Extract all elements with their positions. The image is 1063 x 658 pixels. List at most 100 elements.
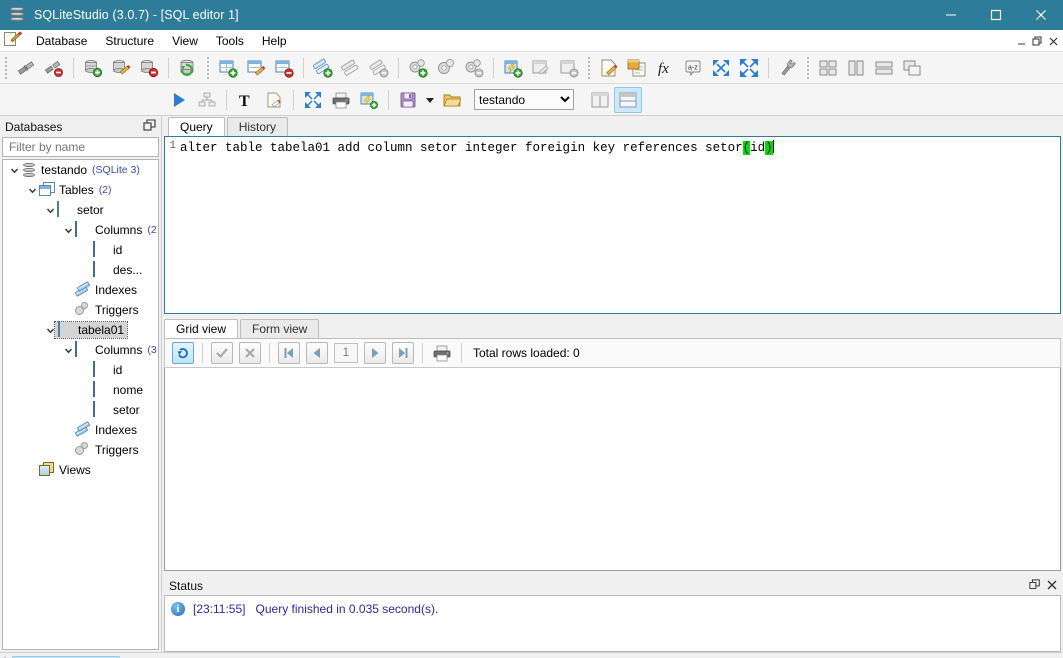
- chevron-down-icon[interactable]: [61, 343, 75, 357]
- refresh-database-icon[interactable]: [174, 55, 202, 81]
- save-sql-button[interactable]: [394, 87, 422, 113]
- open-sql-editor-icon[interactable]: [595, 55, 623, 81]
- add-database-icon[interactable]: [79, 55, 107, 81]
- remove-database-icon[interactable]: [135, 55, 163, 81]
- functions-editor-icon[interactable]: fx: [651, 55, 679, 81]
- tree-item-indexes[interactable]: Indexes: [3, 280, 158, 300]
- first-page-button[interactable]: [278, 342, 300, 364]
- last-page-button[interactable]: [392, 342, 414, 364]
- commit-button[interactable]: [211, 342, 233, 364]
- tab-form-view[interactable]: Form view: [240, 319, 320, 338]
- filter-input-wrapper[interactable]: [2, 137, 159, 157]
- edit-index-icon[interactable]: [337, 55, 365, 81]
- connect-database-icon[interactable]: [12, 55, 40, 81]
- filter-input[interactable]: [7, 139, 158, 155]
- status-messages[interactable]: i [23:11:55] Query finished in 0.035 sec…: [164, 596, 1061, 652]
- tree-item-id[interactable]: id: [3, 240, 158, 260]
- tree-item-triggers[interactable]: Triggers: [3, 300, 158, 320]
- previous-page-button[interactable]: [306, 342, 328, 364]
- sql-code[interactable]: alter table tabela01 add column setor in…: [177, 137, 1060, 313]
- print-grid-button[interactable]: [431, 342, 453, 364]
- menu-help[interactable]: Help: [253, 32, 296, 50]
- delete-table-icon[interactable]: [270, 55, 298, 81]
- clear-editor-button[interactable]: [260, 87, 288, 113]
- tree-item-columns[interactable]: Columns (3: [3, 340, 158, 360]
- delete-index-icon[interactable]: [365, 55, 393, 81]
- undock-icon[interactable]: [143, 119, 157, 133]
- window-maximize-button[interactable]: [973, 0, 1018, 30]
- create-trigger-icon[interactable]: [404, 55, 432, 81]
- menu-view[interactable]: View: [163, 32, 207, 50]
- tree-item-tables[interactable]: Tables (2): [3, 180, 158, 200]
- cascade-windows-icon[interactable]: [898, 55, 926, 81]
- toolbar-grip[interactable]: [3, 56, 9, 79]
- tile-horizontal-icon[interactable]: [870, 55, 898, 81]
- expand-all-icon[interactable]: [735, 55, 763, 81]
- menu-tools[interactable]: Tools: [207, 32, 253, 50]
- menu-structure[interactable]: Structure: [96, 32, 163, 50]
- expand-editor-button[interactable]: [299, 87, 327, 113]
- window-close-button[interactable]: [1018, 0, 1063, 30]
- print-button[interactable]: [327, 87, 355, 113]
- toolbar-grip[interactable]: [586, 56, 592, 79]
- create-index-icon[interactable]: [309, 55, 337, 81]
- database-selector[interactable]: testando: [474, 89, 574, 110]
- create-table-icon[interactable]: [214, 55, 242, 81]
- chevron-down-icon[interactable]: [43, 203, 57, 217]
- edit-database-icon[interactable]: [107, 55, 135, 81]
- sql-text-editor[interactable]: 1 alter table tabela01 add column setor …: [164, 136, 1061, 314]
- edit-view-icon[interactable]: [527, 55, 555, 81]
- tree-item-columns[interactable]: Columns (2: [3, 220, 158, 240]
- format-sql-button[interactable]: T: [232, 87, 260, 113]
- tree-item-testando[interactable]: testando (SQLite 3): [3, 160, 158, 180]
- delete-trigger-icon[interactable]: [460, 55, 488, 81]
- export-results-button[interactable]: [355, 87, 383, 113]
- save-dropdown-button[interactable]: [422, 87, 438, 113]
- tab-query[interactable]: Query: [168, 117, 225, 136]
- tree-item-des[interactable]: des...: [3, 260, 158, 280]
- open-sql-file-button[interactable]: [438, 87, 466, 113]
- chevron-down-icon[interactable]: [25, 183, 39, 197]
- window-minimize-button[interactable]: [928, 0, 973, 30]
- tile-vertical-icon[interactable]: [842, 55, 870, 81]
- disconnect-database-icon[interactable]: [40, 55, 68, 81]
- tree-item-id[interactable]: id: [3, 360, 158, 380]
- layout-vertical-button[interactable]: [586, 87, 614, 113]
- status-undock-icon[interactable]: [1029, 579, 1041, 594]
- collapse-all-icon[interactable]: [707, 55, 735, 81]
- mdi-minimize-button[interactable]: [1013, 33, 1029, 49]
- mdi-restore-button[interactable]: [1029, 33, 1045, 49]
- toolbar-grip[interactable]: [805, 56, 811, 79]
- import-icon[interactable]: [623, 55, 651, 81]
- tree-item-indexes[interactable]: Indexes: [3, 420, 158, 440]
- next-page-button[interactable]: [364, 342, 386, 364]
- delete-view-icon[interactable]: [555, 55, 583, 81]
- edit-table-icon[interactable]: [242, 55, 270, 81]
- mdi-close-button[interactable]: [1045, 33, 1061, 49]
- tile-windows-icon[interactable]: [814, 55, 842, 81]
- collation-editor-icon[interactable]: a-z: [679, 55, 707, 81]
- tree-item-views[interactable]: Views: [3, 460, 158, 480]
- tree-item-triggers[interactable]: Triggers: [3, 440, 158, 460]
- chevron-down-icon[interactable]: [7, 163, 21, 177]
- database-tree[interactable]: testando (SQLite 3) Tables (2) setor Columns (…: [2, 159, 159, 650]
- settings-wrench-icon[interactable]: [774, 55, 802, 81]
- layout-horizontal-button[interactable]: [614, 86, 642, 113]
- toolbar-grip[interactable]: [205, 56, 211, 79]
- execute-query-button[interactable]: [165, 87, 193, 113]
- tree-item-tabela01[interactable]: tabela01: [3, 320, 158, 340]
- create-view-icon[interactable]: [499, 55, 527, 81]
- tab-grid-view[interactable]: Grid view: [164, 319, 239, 338]
- menu-database[interactable]: Database: [27, 32, 96, 50]
- refresh-grid-button[interactable]: [172, 342, 194, 364]
- tab-history[interactable]: History: [226, 117, 289, 136]
- tree-item-setor[interactable]: setor: [3, 200, 158, 220]
- rollback-button[interactable]: [239, 342, 261, 364]
- page-number-input[interactable]: 1: [334, 343, 358, 363]
- tree-item-setor[interactable]: setor: [3, 400, 158, 420]
- results-grid[interactable]: [164, 368, 1061, 571]
- status-close-icon[interactable]: [1046, 579, 1058, 594]
- tree-item-nome[interactable]: nome: [3, 380, 158, 400]
- chevron-down-icon[interactable]: [61, 223, 75, 237]
- edit-trigger-icon[interactable]: [432, 55, 460, 81]
